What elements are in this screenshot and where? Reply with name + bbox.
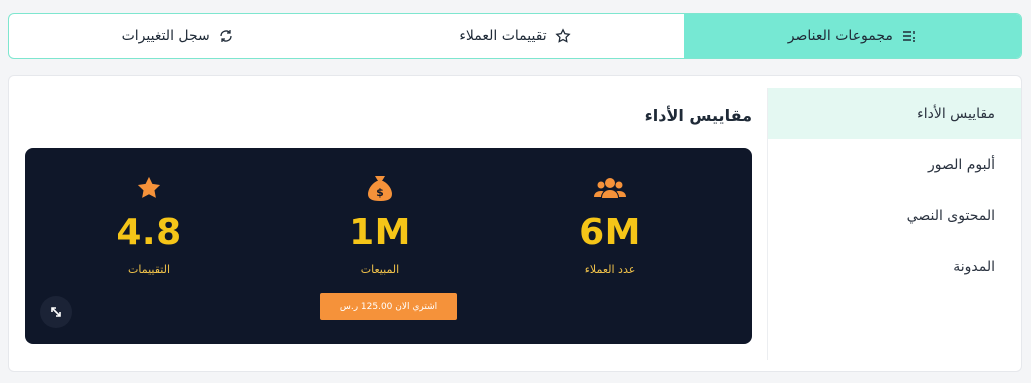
tab-element-groups[interactable]: مجموعات العناصر <box>683 14 1021 58</box>
sidebar-item-performance[interactable]: مقاييس الأداء <box>768 88 1021 139</box>
expand-button[interactable] <box>40 296 72 328</box>
star-icon <box>135 172 163 204</box>
sidebar-item-blog[interactable]: المدونة <box>768 241 1021 292</box>
stat-sales-label: المبيعات <box>360 263 400 276</box>
sidebar-item-label: مقاييس الأداء <box>917 105 995 122</box>
star-outline-icon <box>555 28 571 43</box>
stat-sales-value: 1M <box>349 212 411 253</box>
expand-arrows-icon <box>51 307 61 317</box>
stat-ratings-label: التقييمات <box>128 263 170 276</box>
stats-panel: 6M عدد العملاء $ 1M المبيعات 4.8 التقييم… <box>25 148 752 344</box>
tab-element-groups-label: مجموعات العناصر <box>787 28 893 44</box>
sidebar-item-label: المدونة <box>953 258 995 275</box>
stat-customers-value: 6M <box>579 212 641 253</box>
stat-customers: 6M عدد العملاء <box>510 172 710 276</box>
stat-ratings: 4.8 التقييمات <box>49 172 249 276</box>
stat-customers-label: عدد العملاء <box>584 263 636 276</box>
sidebar-item-label: المحتوى النصي <box>906 207 995 224</box>
sidebar-item-text-content[interactable]: المحتوى النصي <box>768 190 1021 241</box>
money-bag-icon: $ <box>367 172 393 204</box>
svg-text:$: $ <box>376 186 384 199</box>
tab-changelog-label: سجل التغييرات <box>121 28 210 44</box>
tab-changelog[interactable]: سجل التغييرات <box>9 14 346 58</box>
list-ordered-icon <box>902 31 915 42</box>
sidebar-item-label: ألبوم الصور <box>927 156 995 173</box>
stat-sales: $ 1M المبيعات <box>280 172 480 276</box>
buy-now-button[interactable]: اشتري الان 125.00 ر.س <box>320 293 457 320</box>
users-icon <box>594 172 626 204</box>
tab-bar: مجموعات العناصر تقييمات العملاء سجل التغ… <box>8 13 1022 59</box>
tab-customer-reviews[interactable]: تقييمات العملاء <box>346 14 683 58</box>
sidebar-item-photo-album[interactable]: ألبوم الصور <box>768 139 1021 190</box>
content-area: مقاييس الأداء 6M عدد العملاء $ 1M المبيع… <box>25 76 752 373</box>
page-title: مقاييس الأداء <box>644 106 752 125</box>
stat-ratings-value: 4.8 <box>116 212 182 253</box>
refresh-chat-icon <box>220 30 232 42</box>
sidebar: مقاييس الأداء ألبوم الصور المحتوى النصي … <box>767 88 1021 360</box>
tab-customer-reviews-label: تقييمات العملاء <box>459 28 547 44</box>
main-card: مقاييس الأداء ألبوم الصور المحتوى النصي … <box>8 75 1022 372</box>
